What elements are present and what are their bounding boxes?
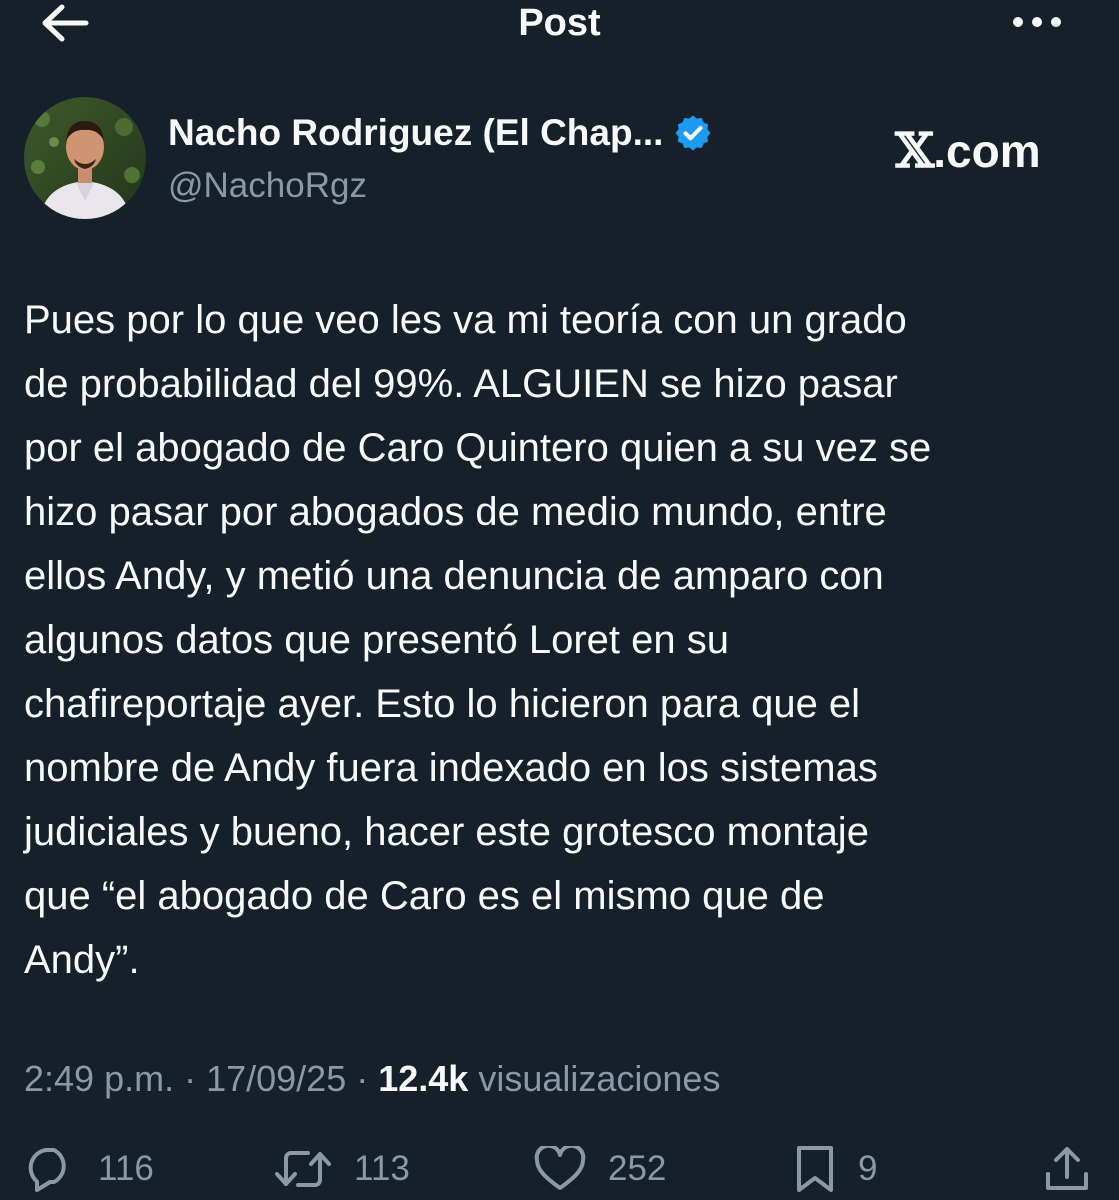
views-label: visualizaciones (468, 1058, 721, 1099)
like-count: 252 (608, 1149, 667, 1188)
post-text-line: judiciales y bueno, hacer este grotesco … (24, 810, 869, 854)
reply-button[interactable]: 116 (24, 1140, 154, 1198)
view-count: 12.4k (378, 1058, 469, 1099)
post-text-line: nombre de Andy fuera indexado en los sis… (24, 746, 878, 790)
reply-icon (28, 1148, 66, 1192)
reply-count: 116 (98, 1149, 154, 1188)
post-meta: 2:49 p.m. · 17/09/25 · 12.4k visualizaci… (24, 1055, 720, 1103)
author-name-text: Nacho Rodriguez (El Chap... (168, 112, 664, 153)
bookmark-count: 9 (858, 1149, 878, 1188)
post-text-line: de probabilidad del 99%. ALGUIEN se hizo… (24, 362, 898, 406)
post-text-line: Pues por lo que veo les va mi teoría con… (24, 298, 907, 342)
like-button[interactable]: 252 (534, 1140, 666, 1198)
repost-button[interactable]: 113 (274, 1140, 410, 1198)
more-horizontal-icon (1013, 17, 1061, 27)
post-time[interactable]: 2:49 p.m. (24, 1058, 174, 1099)
action-bar: 116 113 252 9 (0, 1140, 1119, 1200)
post-date[interactable]: 17/09/25 (206, 1058, 346, 1099)
share-icon (1046, 1147, 1088, 1190)
top-bar: Post (0, 0, 1119, 50)
repost-count: 113 (354, 1149, 410, 1188)
post-text-line: chafireportaje ayer. Esto lo hicieron pa… (24, 682, 861, 726)
avatar[interactable] (24, 97, 146, 219)
watermark-text: .com (933, 125, 1041, 177)
post-text-line: que “el abogado de Caro es el mismo que … (24, 874, 825, 918)
post-text-line: Andy”. (24, 938, 140, 982)
heart-icon (534, 1146, 586, 1190)
more-options-button[interactable] (1004, 2, 1070, 42)
post-text-line: por el abogado de Caro Quintero quien a … (24, 426, 932, 470)
x-com-watermark: 𝕏 .com (895, 123, 1041, 179)
post-text-line: ellos Andy, y metió una denuncia de ampa… (24, 554, 884, 598)
bookmark-icon (797, 1146, 833, 1192)
post-text: Pues por lo que veo les va mi teoría con… (24, 288, 1099, 992)
author-handle[interactable]: @NachoRgz (168, 164, 367, 208)
post-text-line: hizo pasar por abogados de medio mundo, … (24, 490, 887, 534)
verified-badge-icon (675, 115, 711, 151)
x-logo-icon: 𝕏 (895, 123, 935, 179)
back-button[interactable] (34, 0, 94, 46)
meta-separator: · (346, 1058, 379, 1099)
post-text-line: algunos datos que presentó Loret en su (24, 618, 729, 662)
author-display-name[interactable]: Nacho Rodriguez (El Chap... (168, 110, 713, 156)
meta-separator: · (174, 1058, 207, 1099)
bookmark-button[interactable]: 9 (794, 1140, 877, 1198)
arrow-left-icon (42, 4, 89, 42)
page-title: Post (518, 2, 601, 44)
repost-icon (275, 1151, 331, 1187)
share-button[interactable] (1042, 1140, 1092, 1198)
